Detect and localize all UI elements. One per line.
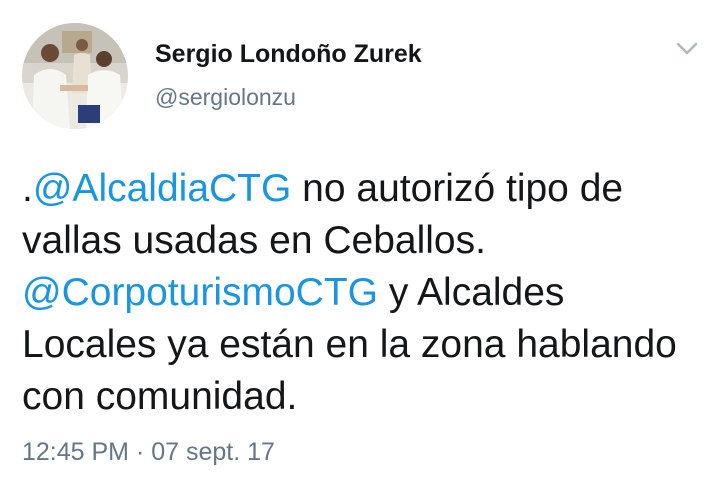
tweet-lead: .: [22, 167, 33, 210]
tweet-time: 12:45 PM: [22, 438, 130, 466]
tweet-date: 07 sept. 17: [151, 438, 275, 466]
meta-separator: ·: [129, 438, 152, 466]
mention-alcaldia-link[interactable]: @AlcaldiaCTG: [33, 167, 292, 210]
author-handle[interactable]: @sergiolonzu: [155, 84, 296, 111]
avatar[interactable]: [22, 23, 128, 129]
tweet-card: Sergio Londoño Zurek @sergiolonzu .@Alca…: [0, 0, 709, 496]
author-name[interactable]: Sergio Londoño Zurek: [155, 40, 422, 69]
mention-corpoturismo-link[interactable]: @CorpoturismoCTG: [22, 271, 378, 314]
tweet-timestamp[interactable]: 12:45 PM · 07 sept. 17: [22, 438, 275, 467]
tweet-text: .@AlcaldiaCTG no autorizó tipo de vallas…: [22, 163, 682, 423]
chevron-down-icon[interactable]: [673, 38, 701, 60]
avatar-photo: [22, 23, 128, 129]
